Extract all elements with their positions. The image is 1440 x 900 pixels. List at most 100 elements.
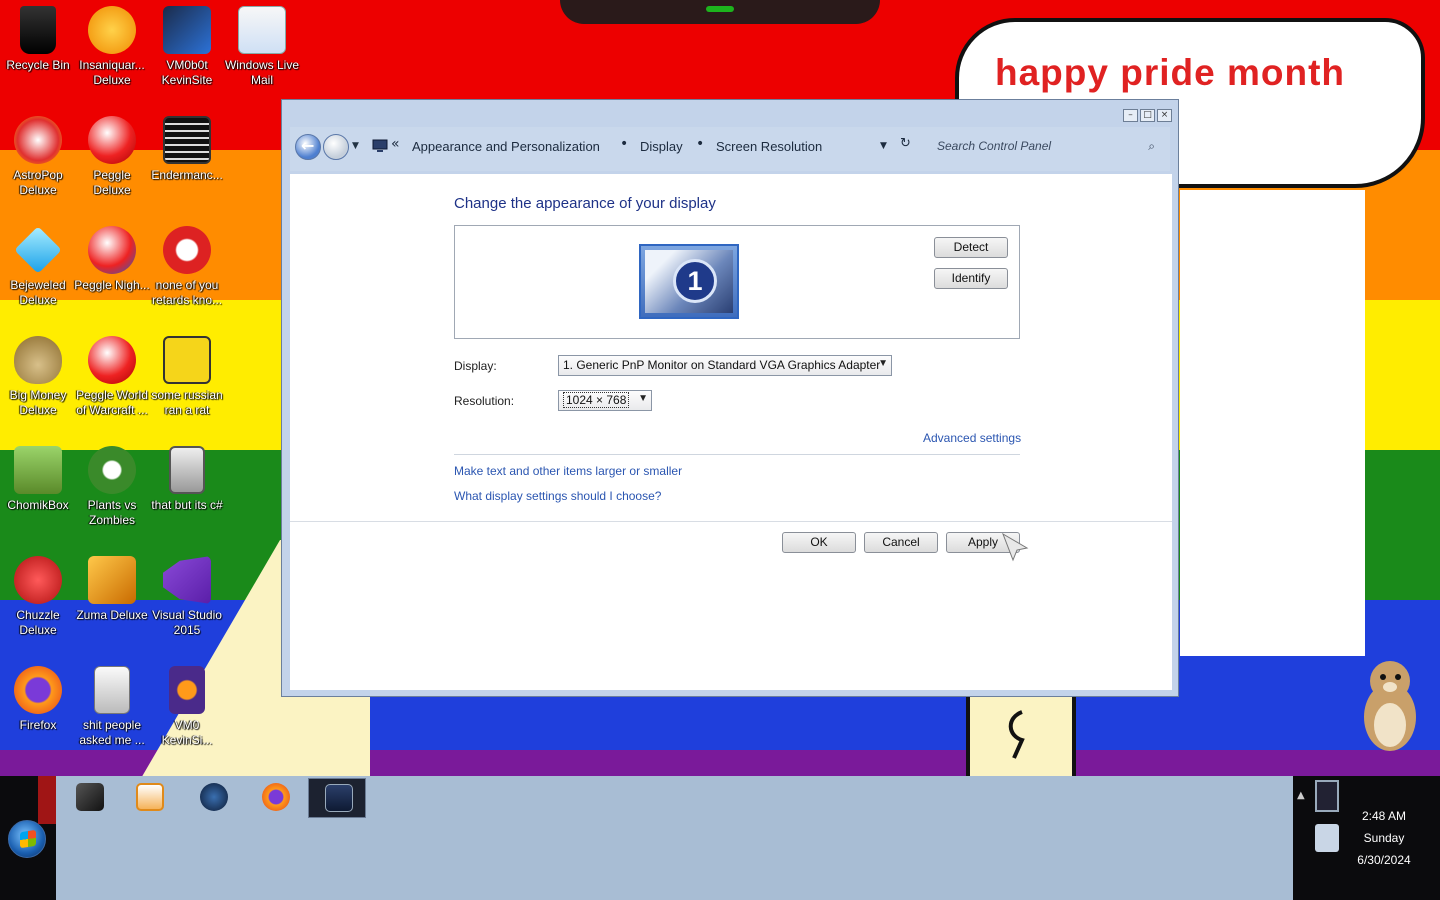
firefox-icon [169, 666, 205, 714]
desktop-icon-that-but-its-csharp[interactable]: that but its c# [149, 444, 225, 513]
desktop-icon-label: Peggle Nigh... [74, 278, 150, 292]
show-hidden-icons-button[interactable]: ▲ [1297, 790, 1305, 801]
identify-button[interactable]: Identify [934, 268, 1008, 289]
taskbar-item-media-player[interactable] [120, 778, 178, 818]
desktop-icon-endermanch[interactable]: Endermanc... [149, 114, 225, 183]
taskbar-item-firefox[interactable] [246, 778, 304, 818]
breadcrumb-screen-resolution[interactable]: Screen Resolution [716, 139, 822, 154]
breadcrumb-separator-icon[interactable]: • [620, 136, 628, 152]
close-button[interactable]: × [1157, 109, 1172, 122]
hamster-icon [14, 446, 62, 494]
visual-studio-icon [163, 556, 211, 604]
clock-time[interactable]: 2:48 AM [1339, 809, 1429, 823]
desktop-icon-firefox[interactable]: Firefox [0, 664, 76, 733]
text-size-link[interactable]: Make text and other items larger or smal… [454, 464, 682, 478]
taskbar-item-screen-resolution[interactable] [308, 778, 366, 818]
desktop-icon-label: Peggle World of Warcraft ... [76, 388, 148, 417]
monitor-screen: 1 [645, 250, 733, 313]
desktop-icon-label: Zuma Deluxe [76, 608, 148, 622]
clock-day[interactable]: Sunday [1339, 831, 1429, 845]
desktop-icon-chuzzle[interactable]: Chuzzle Deluxe [0, 554, 76, 638]
recycle-bin-icon [20, 6, 56, 54]
desktop-icon-recycle-bin[interactable]: Recycle Bin [0, 4, 76, 73]
document-icon [94, 666, 130, 714]
network-icon[interactable] [1315, 824, 1339, 852]
chuzzle-icon [14, 556, 62, 604]
display-select[interactable]: 1. Generic PnP Monitor on Standard VGA G… [558, 355, 892, 376]
refresh-icon[interactable]: ↻ [900, 136, 911, 151]
desktop-icon-label: Visual Studio 2015 [152, 608, 222, 637]
desktop-icon-label: VM0 KevinSi... [161, 718, 213, 747]
desktop-icon-plants-vs-zombies[interactable]: Plants vs Zombies [74, 444, 150, 528]
wallpaper-creature-head [560, 0, 880, 24]
taskbar-item-vm[interactable] [60, 778, 118, 818]
dinosaur-icon [163, 226, 211, 274]
peggle-icon [88, 226, 136, 274]
desktop-icon-label: Firefox [19, 718, 57, 732]
maximize-button[interactable]: □ [1140, 109, 1155, 122]
monitor-1-icon[interactable]: 1 [639, 244, 739, 319]
desktop-icon-some-russian[interactable]: some russian ran a rat [149, 334, 225, 418]
resolution-select[interactable]: 1024 × 768 ▼ [558, 390, 652, 411]
cancel-button[interactable]: Cancel [864, 532, 938, 553]
desktop-icon-peggle-deluxe[interactable]: Peggle Deluxe [74, 114, 150, 198]
desktop-icon-astropop[interactable]: AstroPop Deluxe [0, 114, 76, 198]
desktop-icon-big-money[interactable]: Big Money Deluxe [0, 334, 76, 418]
desktop-icon-shit-people-asked[interactable]: shit people asked me ... [74, 664, 150, 748]
peggle-icon [88, 116, 136, 164]
back-button[interactable] [295, 134, 321, 160]
desktop-icon-visual-studio[interactable]: Visual Studio 2015 [149, 554, 225, 638]
tray-display-icon[interactable] [1315, 780, 1339, 812]
desktop-icon-label: Plants vs Zombies [87, 498, 137, 527]
taskbar-item-globe[interactable] [184, 778, 242, 818]
squiggle-drawing [1008, 710, 1025, 759]
breadcrumb-appearance[interactable]: Appearance and Personalization [412, 139, 600, 154]
desktop-icon-peggle-wow[interactable]: Peggle World of Warcraft ... [74, 334, 150, 418]
forward-button[interactable] [323, 134, 349, 160]
breadcrumb-display[interactable]: Display [640, 139, 683, 154]
search-input[interactable]: Search Control Panel ⌕ [931, 137, 1161, 157]
address-bar: ▼ « Appearance and Personalization • Dis… [290, 127, 1170, 171]
ok-button[interactable]: OK [782, 532, 856, 553]
search-icon[interactable]: ⌕ [1148, 139, 1155, 154]
mail-icon [238, 6, 286, 54]
display-help-link[interactable]: What display settings should I choose? [454, 489, 661, 503]
desktop-icon-label: Big Money Deluxe [9, 388, 67, 417]
recent-pages-dropdown[interactable]: ▼ [352, 141, 359, 151]
breadcrumb-overflow-icon[interactable]: « [391, 136, 400, 152]
taskbar-edge [38, 776, 56, 824]
desktop-icon-label: some russian ran a rat [151, 388, 223, 417]
window-controls: – □ × [1123, 109, 1172, 122]
desktop-icon-peggle-nights[interactable]: Peggle Nigh... [74, 224, 150, 293]
breadcrumb-separator-icon[interactable]: • [696, 136, 704, 152]
address-dropdown-icon[interactable]: ▼ [880, 141, 887, 151]
desktop-icon-zuma[interactable]: Zuma Deluxe [74, 554, 150, 623]
search-placeholder: Search Control Panel [937, 139, 1052, 153]
fish-icon [88, 6, 136, 54]
screen-resolution-window: – □ × ▼ « Appearance and Personalization… [281, 99, 1179, 697]
zuma-icon [88, 556, 136, 604]
display-label: Display: [454, 359, 497, 373]
taskbar-body [56, 776, 1293, 900]
advanced-settings-link[interactable]: Advanced settings [923, 431, 1021, 445]
start-button[interactable] [8, 820, 46, 858]
minimize-button[interactable]: – [1123, 109, 1138, 122]
desktop-icon-windows-live-mail[interactable]: Windows Live Mail [224, 4, 300, 88]
firefox-icon [14, 666, 62, 714]
desktop-icon-bejeweled[interactable]: Bejeweled Deluxe [0, 224, 76, 308]
desktop-icon-vm0b0t[interactable]: VM0b0t KevinSite [149, 4, 225, 88]
desktop-icon-insaniquarium[interactable]: Insaniquar... Deluxe [74, 4, 150, 88]
vm-icon [76, 783, 104, 811]
clock-date[interactable]: 6/30/2024 [1339, 853, 1429, 867]
windows-stack-icon [169, 446, 205, 494]
desktop-icon-none-of-you[interactable]: none of you retards kno... [149, 224, 225, 308]
desktop-icon-label: none of you retards kno... [151, 278, 223, 307]
content-pane: Change the appearance of your display 1 … [290, 174, 1172, 690]
detect-button[interactable]: Detect [934, 237, 1008, 258]
desktop-icon-vm0-kevinsite[interactable]: VM0 KevinSi... [149, 664, 225, 748]
media-player-icon [136, 783, 164, 811]
desktop-icon-chomikbox[interactable]: ChomikBox [0, 444, 76, 513]
firefox-icon [262, 783, 290, 811]
wallpaper-white-panel [1180, 190, 1365, 656]
wallpaper-drawing-leg [966, 696, 1076, 778]
